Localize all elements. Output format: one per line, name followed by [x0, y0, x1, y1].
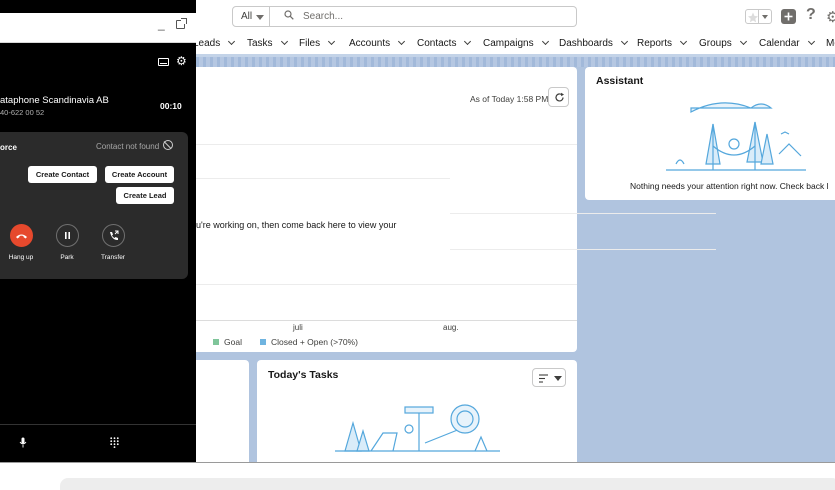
chart-gridline	[184, 178, 450, 179]
legend-swatch	[260, 339, 266, 345]
softphone-titlebar: _	[0, 13, 196, 43]
chevron-down-icon[interactable]	[228, 37, 236, 46]
legend-item-goal: Goal	[213, 337, 242, 347]
microphone-icon[interactable]	[19, 437, 27, 448]
softphone-divider	[0, 424, 196, 425]
caller-name: ataphone Scandinavia AB	[0, 95, 109, 106]
search-scope-label: All	[241, 11, 253, 22]
todays-tasks-card: Today's Tasks	[257, 360, 577, 462]
nav-item-contacts[interactable]: Contacts	[417, 37, 472, 49]
plus-icon	[784, 12, 793, 21]
performance-empty-message: u're working on, then come back here to …	[196, 220, 397, 230]
hangup-label: Hang up	[8, 254, 34, 261]
assistant-card: Assistant Nothing needs your attention r…	[585, 67, 835, 200]
hammock-illustration-icon	[666, 102, 806, 171]
block-icon	[163, 140, 173, 150]
chevron-down-icon	[256, 15, 264, 20]
park-button[interactable]	[56, 224, 79, 247]
phone-hangup-icon	[16, 234, 27, 239]
chevron-down-icon[interactable]	[679, 37, 688, 46]
chevron-down-icon[interactable]	[280, 37, 288, 46]
screen-icon[interactable]	[158, 58, 169, 66]
legend-item-closed-open: Closed + Open (>70%)	[260, 337, 358, 347]
transfer-button[interactable]	[102, 224, 125, 247]
nav-item-more[interactable]: Mo	[826, 38, 835, 49]
minimize-button[interactable]: _	[158, 17, 165, 31]
refresh-icon	[555, 92, 564, 102]
assistant-empty-message: Nothing needs your attention right now. …	[630, 181, 829, 191]
gear-icon[interactable]: ⚙	[826, 8, 835, 26]
tasks-empty-illustration-icon	[335, 404, 500, 452]
chevron-down-icon[interactable]	[464, 37, 472, 46]
utility-bar-shadow	[60, 478, 835, 490]
x-tick-label: aug.	[443, 323, 459, 332]
chart-axis	[184, 320, 577, 321]
search-placeholder: Search...	[303, 11, 344, 22]
crm-match-box: orce Contact not found Create Contact Cr…	[0, 132, 188, 279]
sort-icon	[539, 374, 548, 383]
softphone-panel: _ ⚙ ataphone Scandinavia AB 40-622 00 52…	[0, 0, 196, 462]
legend-swatch	[213, 339, 219, 345]
chevron-down-icon[interactable]	[807, 37, 815, 46]
create-account-button[interactable]: Create Account	[105, 166, 174, 183]
nav-item-dashboards[interactable]: Dashboards	[559, 37, 628, 49]
as-of-timestamp: As of Today 1:58 PM	[470, 94, 549, 104]
nav-item-leads[interactable]: Leads	[193, 37, 236, 49]
nav-item-groups[interactable]: Groups	[699, 37, 747, 49]
chevron-down-icon	[554, 376, 562, 381]
keypad-icon[interactable]	[110, 437, 119, 448]
create-lead-button[interactable]: Create Lead	[116, 187, 174, 204]
crm-label: orce	[0, 143, 17, 152]
star-icon	[748, 12, 758, 23]
chart-gridline	[450, 213, 716, 214]
gear-icon[interactable]: ⚙	[176, 54, 187, 68]
nav-item-tasks[interactable]: Tasks	[247, 37, 288, 49]
transfer-icon	[110, 230, 119, 241]
favorites-menu-button[interactable]	[759, 9, 772, 24]
nav-item-files[interactable]: Files	[299, 37, 336, 49]
chart-gridline	[450, 249, 716, 250]
transfer-label: Transfer	[101, 254, 125, 261]
pause-icon	[65, 232, 70, 239]
chart-gridline	[184, 144, 577, 145]
create-contact-button[interactable]: Create Contact	[28, 166, 97, 183]
chevron-down-icon[interactable]	[398, 37, 406, 46]
x-tick-label: juli	[293, 323, 303, 332]
global-search-input[interactable]: Search...	[270, 6, 577, 27]
performance-card: As of Today 1:58 PM u're working on, the…	[184, 67, 716, 352]
hangup-button[interactable]	[10, 224, 33, 247]
chevron-down-icon[interactable]	[328, 37, 336, 46]
assistant-title: Assistant	[596, 75, 644, 87]
park-label: Park	[60, 254, 74, 261]
chevron-down-icon[interactable]	[541, 37, 549, 46]
tasks-filter-button[interactable]	[532, 368, 566, 387]
popout-icon[interactable]	[176, 18, 187, 29]
nav-item-accounts[interactable]: Accounts	[349, 37, 406, 49]
contact-status: Contact not found	[96, 142, 160, 151]
help-icon[interactable]: ?	[806, 6, 816, 24]
caller-number: 40-622 00 52	[0, 108, 45, 117]
tasks-title: Today's Tasks	[268, 369, 339, 381]
call-timer: 00:10	[160, 101, 182, 111]
refresh-button[interactable]	[548, 87, 569, 107]
chart-gridline	[184, 284, 577, 285]
chevron-down-icon[interactable]	[620, 37, 628, 46]
chevron-down-icon[interactable]	[739, 37, 747, 46]
global-actions-button[interactable]	[781, 9, 796, 24]
favorites-button[interactable]	[745, 9, 759, 24]
search-scope-select[interactable]: All	[232, 6, 270, 27]
search-icon	[284, 10, 294, 20]
nav-item-calendar[interactable]: Calendar	[759, 37, 815, 49]
nav-item-reports[interactable]: Reports	[637, 37, 688, 49]
nav-item-campaigns[interactable]: Campaigns	[483, 37, 549, 49]
